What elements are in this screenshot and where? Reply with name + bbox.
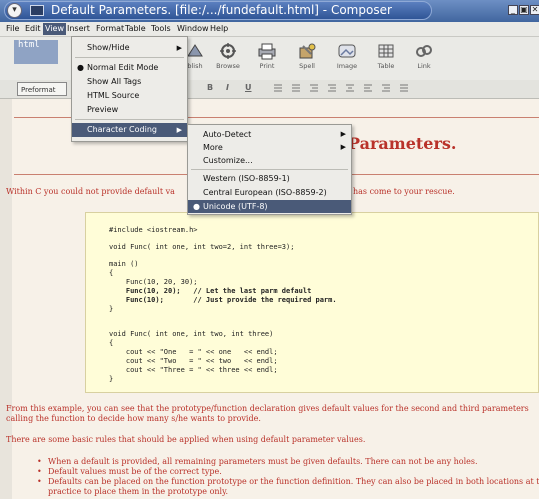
menu-insert[interactable]: Insert [67, 24, 90, 33]
spell-label: Spell [299, 62, 315, 70]
code-line: cout << "Three = " << three << endl; [109, 366, 278, 374]
spell-check-icon [299, 43, 316, 59]
auto-detect-label: Auto-Detect [203, 130, 252, 139]
submenu-arrow-icon: ▶ [176, 44, 182, 52]
menu-item-preview[interactable]: Preview [72, 103, 187, 117]
code-line: cout << "One = " << one << endl; [109, 348, 278, 356]
maximize-button[interactable]: ▣ [519, 5, 529, 15]
unicode-utf8-label: Unicode (UTF-8) [203, 202, 268, 211]
rule-bullet-continuation: practice to place them in the prototype … [48, 487, 229, 496]
menu-separator [191, 169, 348, 170]
link-label: Link [417, 62, 431, 70]
menu-item-customize[interactable]: Customize... [188, 154, 351, 167]
code-line: Func(10, 20); // Let the last parm defau… [109, 287, 312, 295]
spell-button[interactable]: Spell [290, 42, 324, 78]
explanation-line-2: calling the function to decide how many … [6, 414, 261, 423]
normal-edit-mode-label: Normal Edit Mode [87, 63, 159, 72]
menu-separator [75, 119, 184, 120]
bold-button[interactable]: B [207, 83, 213, 92]
radio-selected-icon: ● [193, 202, 200, 211]
menu-item-show-hide[interactable]: Show/Hide ▶ [72, 41, 187, 55]
list-indent-align-icons[interactable] [270, 82, 430, 96]
code-line: Func(10, 20, 30); [109, 278, 198, 286]
intro-text-left: Within C you could not provide default v… [6, 187, 175, 196]
menu-view[interactable]: View [43, 23, 66, 35]
menu-table[interactable]: Table [125, 24, 146, 33]
menu-item-more[interactable]: More ▶ [188, 141, 351, 154]
character-coding-menu: Auto-Detect ▶ More ▶ Customize... Wester… [187, 124, 352, 215]
publish-icon [187, 44, 203, 57]
image-label: Image [336, 62, 358, 70]
print-button[interactable]: Print [250, 42, 284, 78]
code-line: } [109, 375, 114, 383]
radio-selected-icon: ● [77, 63, 84, 72]
close-button[interactable]: ✕ [530, 5, 539, 15]
title-bar: ▾ Default Parameters. [file:/.../fundefa… [0, 0, 539, 22]
menu-format[interactable]: Format [96, 24, 124, 33]
menu-edit[interactable]: Edit [25, 24, 41, 33]
view-menu: Show/Hide ▶ ● Normal Edit Mode Show All … [71, 36, 188, 142]
link-icon [416, 45, 432, 57]
menu-item-unicode-utf8[interactable]: ● Unicode (UTF-8) [188, 200, 351, 213]
explanation-line-1: From this example, you can see that the … [6, 404, 529, 413]
rule-bullet: Default values must be of the correct ty… [37, 467, 222, 476]
minimize-button[interactable]: _ [508, 5, 518, 15]
paragraph-format-select[interactable]: Preformat [17, 82, 67, 96]
window-title: Default Parameters. [file:/.../fundefaul… [51, 3, 392, 17]
menu-file[interactable]: File [6, 24, 19, 33]
menu-item-show-all-tags[interactable]: Show All Tags [72, 75, 187, 89]
menu-item-auto-detect[interactable]: Auto-Detect ▶ [188, 128, 351, 141]
code-block: #include <iostream.h> void Func( int one… [85, 212, 539, 393]
menu-item-central-european[interactable]: Central European (ISO-8859-2) [188, 186, 351, 199]
print-label: Print [259, 62, 275, 70]
code-line: void Func( int one, int two=2, int three… [109, 243, 295, 251]
submenu-arrow-icon: ▶ [340, 130, 346, 138]
rules-intro: There are some basic rules that should b… [6, 435, 366, 444]
more-label: More [203, 143, 223, 152]
code-line: } [109, 305, 114, 313]
rule-bullet: When a default is provided, all remainin… [37, 457, 478, 466]
code-line: { [109, 269, 114, 277]
submenu-arrow-icon: ▶ [176, 126, 182, 134]
image-button[interactable]: Image [330, 42, 364, 78]
submenu-arrow-icon: ▶ [340, 143, 346, 151]
table-label: Table [377, 62, 395, 70]
browse-label: Browse [216, 62, 240, 70]
character-coding-label: Character Coding [87, 125, 157, 134]
window-menu-icon[interactable]: ▾ [7, 3, 22, 18]
code-line: void Func( int one, int two, int three) [109, 330, 274, 338]
link-button[interactable]: Link [407, 42, 441, 78]
table-icon [378, 44, 394, 58]
browse-button[interactable]: Browse [211, 42, 245, 78]
menu-tools[interactable]: Tools [151, 24, 171, 33]
show-hide-label: Show/Hide [87, 43, 130, 52]
intro-text-right: has come to your rescue. [353, 187, 455, 196]
page-heading: Parameters. [348, 134, 457, 153]
menu-item-normal-edit-mode[interactable]: ● Normal Edit Mode [72, 61, 187, 75]
image-icon [338, 44, 356, 58]
composer-app-icon [30, 5, 44, 16]
menu-help[interactable]: Help [210, 24, 228, 33]
italic-button[interactable]: I [226, 83, 229, 92]
menu-item-html-source[interactable]: HTML Source [72, 89, 187, 103]
menu-item-western[interactable]: Western (ISO-8859-1) [188, 172, 351, 185]
menu-item-character-coding[interactable]: Character Coding ▶ [72, 123, 187, 137]
code-line: #include <iostream.h> [109, 226, 198, 234]
browse-icon [220, 43, 236, 59]
underline-button[interactable]: U [245, 83, 252, 92]
menu-separator [75, 57, 184, 58]
code-line: main () [109, 260, 139, 268]
menu-window[interactable]: Window [177, 24, 209, 33]
code-line: cout << "Two = " << two << endl; [109, 357, 278, 365]
html-badge: html [14, 40, 58, 64]
rule-bullet: Defaults can be placed on the function p… [37, 477, 539, 486]
table-button[interactable]: Table [369, 42, 403, 78]
menu-bar: File Edit View Insert Format Table Tools… [0, 22, 539, 37]
printer-icon [258, 43, 276, 60]
code-line: Func(10); // Just provide the required p… [109, 296, 337, 304]
code-line: { [109, 339, 114, 347]
